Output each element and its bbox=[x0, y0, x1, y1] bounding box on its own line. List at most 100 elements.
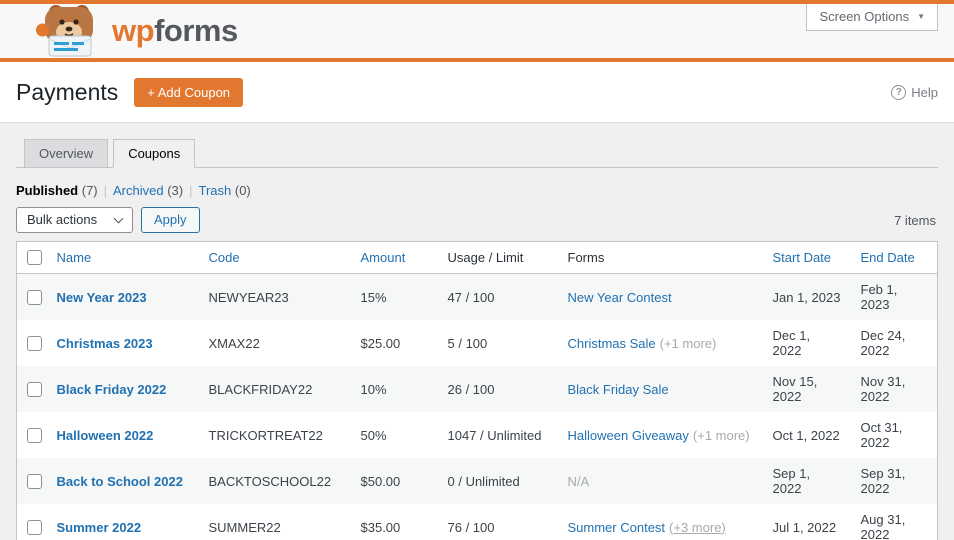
name-cell: Summer 2022 bbox=[47, 504, 199, 540]
start-date-cell: Oct 1, 2022 bbox=[772, 427, 840, 443]
row-select-cell bbox=[17, 412, 47, 458]
tab-coupons[interactable]: Coupons bbox=[113, 139, 196, 168]
coupon-name-link[interactable]: Halloween 2022 bbox=[57, 428, 154, 443]
usage-cell: 26 / 100 bbox=[447, 381, 495, 397]
filter-link-archived[interactable]: Archived (3) bbox=[113, 183, 183, 198]
name-cell: New Year 2023 bbox=[47, 274, 199, 321]
tablenav-top: Bulk actions Apply 7 items bbox=[16, 207, 938, 233]
forms-cell: Halloween Giveaway (+1 more) bbox=[558, 412, 763, 458]
code-cell: BACKTOSCHOOL22 bbox=[208, 473, 332, 489]
chevron-down-icon: ▼ bbox=[917, 12, 925, 21]
start-date-cell: Jul 1, 2022 bbox=[772, 519, 837, 535]
row-select-cell bbox=[17, 458, 47, 504]
column-label: Forms bbox=[567, 250, 605, 265]
add-coupon-button[interactable]: + Add Coupon bbox=[134, 77, 244, 107]
forms-cell: New Year Contest bbox=[558, 274, 763, 321]
sort-link[interactable]: Code bbox=[209, 250, 240, 265]
column-header-usage-limit: Usage / Limit bbox=[437, 241, 558, 274]
name-cell: Halloween 2022 bbox=[47, 412, 199, 458]
code-cell: BLACKFRIDAY22 bbox=[208, 381, 313, 397]
content-area: Overview Coupons Published (7) | Archived (… bbox=[0, 139, 954, 540]
form-link[interactable]: Black Friday Sale bbox=[568, 382, 669, 397]
select-all-checkbox[interactable] bbox=[27, 250, 42, 265]
help-link[interactable]: ? Help bbox=[891, 84, 938, 100]
amount-cell: $25.00 bbox=[360, 335, 401, 351]
form-link[interactable]: Summer Contest bbox=[568, 520, 666, 535]
sort-link[interactable]: Amount bbox=[361, 250, 406, 265]
table-row: New Year 2023 NEWYEAR23 15% 47 / 100 New Yea… bbox=[16, 273, 938, 321]
row-checkbox[interactable] bbox=[27, 335, 42, 351]
sort-link[interactable]: End Date bbox=[861, 250, 915, 265]
table-row: Christmas 2023 XMAX22 $25.00 5 / 100 Christm… bbox=[17, 320, 938, 366]
row-checkbox[interactable] bbox=[27, 473, 42, 489]
filter-link-published[interactable]: Published (7) bbox=[16, 183, 98, 198]
form-link[interactable]: Christmas Sale bbox=[568, 336, 656, 351]
row-checkbox[interactable] bbox=[27, 427, 42, 443]
row-select-cell bbox=[17, 366, 47, 412]
amount-cell: 50% bbox=[360, 427, 387, 443]
end-date-cell: Dec 24, 2022 bbox=[860, 328, 906, 358]
row-checkbox[interactable] bbox=[27, 289, 42, 305]
row-checkbox[interactable] bbox=[27, 381, 42, 397]
usage-cell: 47 / 100 bbox=[447, 289, 495, 305]
row-select-cell bbox=[17, 504, 47, 540]
start-date-cell: Sep 1, 2022 bbox=[772, 466, 811, 496]
column-header-code: Code bbox=[198, 241, 351, 274]
form-link[interactable]: New Year Contest bbox=[568, 290, 672, 305]
code-cell: XMAX22 bbox=[208, 335, 260, 351]
forms-cell: Summer Contest (+3 more) bbox=[558, 504, 763, 540]
forms-cell: Christmas Sale (+1 more) bbox=[558, 320, 763, 366]
end-date-cell: Oct 31, 2022 bbox=[860, 420, 903, 450]
usage-cell: 1047 / Unlimited bbox=[447, 427, 542, 443]
tab-overview[interactable]: Overview bbox=[24, 139, 109, 168]
filter-count: (3) bbox=[167, 183, 184, 198]
column-header-start-date: Start Date bbox=[762, 241, 851, 274]
tab-bar: Overview Coupons bbox=[16, 139, 938, 168]
row-checkbox[interactable] bbox=[27, 519, 42, 535]
coupon-name-link[interactable]: Back to School 2022 bbox=[57, 474, 183, 489]
forms-cell: Black Friday Sale bbox=[558, 366, 763, 412]
bulk-actions-select[interactable]: Bulk actions bbox=[16, 207, 133, 233]
amount-cell: 15% bbox=[360, 289, 387, 305]
start-date-cell: Dec 1, 2022 bbox=[772, 328, 811, 358]
column-label: Usage / Limit bbox=[447, 250, 524, 265]
coupons-table: Name Code Amount Usage / Limit Forms Start Da… bbox=[16, 241, 938, 540]
coupon-name-link[interactable]: Summer 2022 bbox=[57, 520, 142, 535]
table-header-row: Name Code Amount Usage / Limit Forms Start Da… bbox=[16, 241, 938, 274]
sort-link[interactable]: Name bbox=[57, 250, 92, 265]
apply-button[interactable]: Apply bbox=[141, 207, 200, 233]
screen-options-button[interactable]: Screen Options ▼ bbox=[806, 4, 938, 31]
wpforms-bear-logo bbox=[36, 3, 102, 60]
end-date-cell: Feb 1, 2023 bbox=[860, 282, 898, 312]
amount-cell: $50.00 bbox=[360, 473, 401, 489]
code-cell: NEWYEAR23 bbox=[208, 289, 289, 305]
form-extra-count: (+1 more) bbox=[659, 335, 717, 351]
column-header-amount: Amount bbox=[350, 241, 438, 274]
table-row: Back to School 2022 BACKTOSCHOOL22 $50.00 0… bbox=[16, 458, 938, 504]
form-extra-count[interactable]: (+3 more) bbox=[669, 520, 726, 535]
help-icon: ? bbox=[891, 84, 907, 100]
sort-link[interactable]: Start Date bbox=[773, 250, 832, 265]
forms-cell: N/A bbox=[558, 458, 763, 504]
status-filter-links: Published (7) | Archived (3) | Trash (0) bbox=[16, 183, 938, 198]
name-cell: Christmas 2023 bbox=[47, 320, 199, 366]
filter-link-trash[interactable]: Trash (0) bbox=[199, 183, 251, 198]
separator: | bbox=[103, 183, 108, 198]
screen-options-label: Screen Options bbox=[819, 9, 910, 24]
end-date-cell: Sep 31, 2022 bbox=[860, 466, 906, 496]
code-cell: SUMMER22 bbox=[208, 519, 281, 535]
row-select-cell bbox=[17, 320, 47, 366]
code-cell: TRICKORTREAT22 bbox=[208, 427, 323, 443]
name-cell: Back to School 2022 bbox=[47, 458, 199, 504]
wpforms-wordmark: wpforms bbox=[112, 13, 238, 48]
end-date-cell: Nov 31, 2022 bbox=[860, 374, 906, 404]
items-count: 7 items bbox=[894, 212, 936, 228]
column-header-forms: Forms bbox=[557, 241, 763, 274]
form-link[interactable]: Halloween Giveaway bbox=[568, 428, 689, 443]
coupon-name-link[interactable]: Christmas 2023 bbox=[57, 336, 153, 351]
coupon-name-link[interactable]: New Year 2023 bbox=[57, 290, 147, 305]
end-date-cell: Aug 31, 2022 bbox=[860, 512, 906, 540]
coupon-name-link[interactable]: Black Friday 2022 bbox=[57, 382, 167, 397]
table-row: Summer 2022 SUMMER22 $35.00 76 / 100 Summer … bbox=[17, 504, 938, 540]
form-extra-count: (+1 more) bbox=[692, 427, 750, 443]
